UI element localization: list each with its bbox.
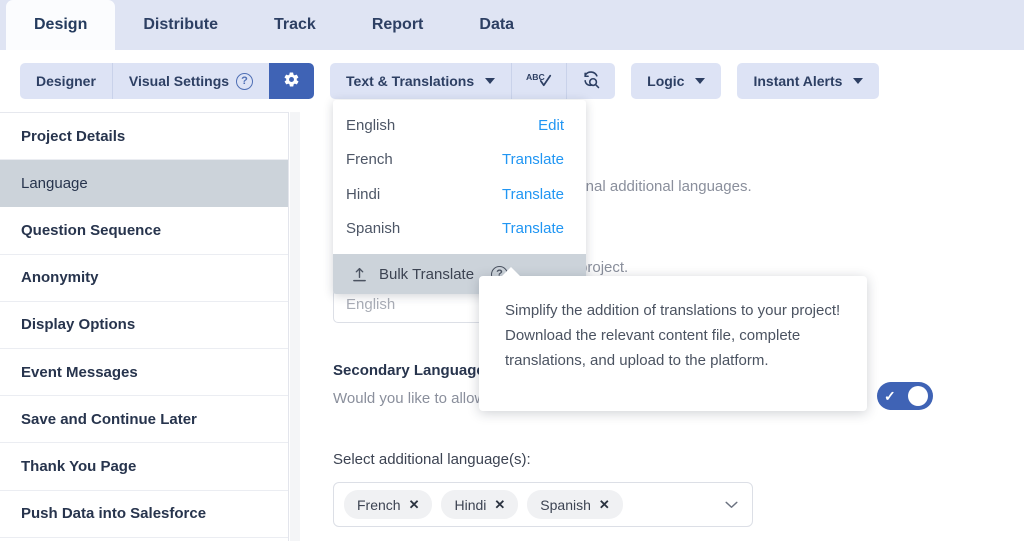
dropdown-action-link[interactable]: Translate bbox=[502, 186, 564, 203]
dropdown-row-english[interactable]: English Edit bbox=[333, 108, 586, 143]
text-translations-label: Text & Translations bbox=[346, 73, 475, 89]
bulk-translate-tooltip: Simplify the addition of translations to… bbox=[479, 267, 867, 411]
chevron-down-icon bbox=[695, 78, 706, 84]
tab-label: Distribute bbox=[143, 16, 219, 33]
sidebar-item-label: Push Data into Salesforce bbox=[21, 505, 207, 523]
settings-gear-button[interactable] bbox=[269, 63, 315, 99]
dropdown-top-padding bbox=[333, 100, 586, 108]
sidebar-item-label: Project Details bbox=[21, 127, 126, 145]
tab-track[interactable]: Track bbox=[246, 0, 344, 50]
chip-remove-icon[interactable]: ✕ bbox=[599, 498, 610, 511]
sidebar-item-label: Event Messages bbox=[21, 363, 138, 381]
chevron-down-icon bbox=[485, 78, 496, 84]
sidebar-item-display-options[interactable]: Display Options bbox=[0, 302, 288, 349]
sidebar-item-label: Save and Continue Later bbox=[21, 410, 197, 428]
sidebar-item-label: Question Sequence bbox=[21, 221, 162, 239]
language-chip-hindi[interactable]: Hindi ✕ bbox=[441, 490, 519, 519]
settings-sidebar: Project Details Language Question Sequen… bbox=[0, 112, 289, 541]
tab-label: Design bbox=[34, 16, 88, 33]
instant-alerts-button[interactable]: Instant Alerts bbox=[737, 63, 880, 99]
logic-button[interactable]: Logic bbox=[631, 63, 722, 99]
chip-remove-icon[interactable]: ✕ bbox=[409, 498, 420, 511]
tab-label: Report bbox=[371, 16, 424, 33]
designer-label: Designer bbox=[36, 73, 96, 89]
sidebar-item-label: Display Options bbox=[21, 316, 136, 334]
text-translations-dropdown: English Edit French Translate Hindi Tran… bbox=[333, 100, 586, 294]
gear-icon bbox=[283, 71, 300, 91]
sidebar-item-label: Language bbox=[21, 174, 88, 192]
help-icon[interactable]: ? bbox=[236, 72, 254, 90]
tooltip-text: Simplify the addition of translations to… bbox=[505, 302, 841, 369]
primary-tab-bar: Design Distribute Track Report Data bbox=[0, 0, 1024, 50]
dropdown-row-french[interactable]: French Translate bbox=[333, 143, 586, 178]
dropdown-language-label: Spanish bbox=[346, 220, 401, 238]
toolbar-group-logic: Logic bbox=[631, 63, 722, 99]
dropdown-action-link[interactable]: Translate bbox=[502, 220, 564, 237]
tab-design[interactable]: Design bbox=[6, 0, 116, 50]
spellcheck-button[interactable]: ABC bbox=[511, 63, 567, 99]
dropdown-action-link[interactable]: Edit bbox=[538, 117, 564, 134]
retranslate-sync-button[interactable] bbox=[566, 63, 616, 99]
dropdown-language-label: Hindi bbox=[346, 185, 381, 203]
language-chip-french[interactable]: French ✕ bbox=[344, 490, 433, 519]
upload-icon bbox=[352, 267, 367, 282]
sidebar-item-question-sequence[interactable]: Question Sequence bbox=[0, 207, 288, 255]
sidebar-item-label: Thank You Page bbox=[21, 457, 137, 475]
tab-label: Data bbox=[479, 16, 515, 33]
visual-settings-button[interactable]: Visual Settings ? bbox=[111, 63, 270, 99]
toolbar-group-alerts: Instant Alerts bbox=[737, 63, 880, 99]
chevron-down-icon[interactable] bbox=[725, 498, 738, 511]
toggle-knob bbox=[908, 386, 928, 406]
language-chip-spanish[interactable]: Spanish ✕ bbox=[527, 490, 623, 519]
additional-languages-multiselect[interactable]: French ✕ Hindi ✕ Spanish ✕ bbox=[333, 482, 753, 527]
app-root: Design Distribute Track Report Data Desi… bbox=[0, 0, 1024, 541]
tab-report[interactable]: Report bbox=[344, 0, 452, 50]
dropdown-language-label: French bbox=[346, 151, 393, 169]
sidebar-item-label: Anonymity bbox=[21, 269, 99, 287]
dropdown-row-hindi[interactable]: Hindi Translate bbox=[333, 177, 586, 212]
dropdown-action-link[interactable]: Translate bbox=[502, 151, 564, 168]
secondary-languages-heading: Secondary Languages bbox=[333, 362, 494, 379]
bulk-translate-label: Bulk Translate bbox=[379, 265, 475, 283]
sidebar-item-language[interactable]: Language bbox=[0, 160, 288, 208]
chip-remove-icon[interactable]: ✕ bbox=[494, 498, 505, 511]
sidebar-item-push-data-into-salesforce[interactable]: Push Data into Salesforce bbox=[0, 491, 288, 538]
help-glyph: ? bbox=[241, 74, 248, 87]
svg-text:ABC: ABC bbox=[526, 72, 546, 82]
spellcheck-icon: ABC bbox=[526, 70, 552, 93]
primary-language-placeholder: English bbox=[346, 295, 396, 313]
toolbar-group-translations: Text & Translations ABC bbox=[330, 63, 616, 99]
logic-label: Logic bbox=[647, 73, 685, 89]
text-translations-button[interactable]: Text & Translations bbox=[330, 63, 512, 99]
tab-distribute[interactable]: Distribute bbox=[115, 0, 246, 50]
select-additional-languages-label: Select additional language(s): bbox=[333, 451, 531, 468]
sidebar-item-save-and-continue-later[interactable]: Save and Continue Later bbox=[0, 396, 288, 444]
tab-label: Track bbox=[274, 16, 316, 33]
chip-label: Spanish bbox=[540, 496, 591, 513]
sidebar-item-project-details[interactable]: Project Details bbox=[0, 113, 288, 161]
tab-data[interactable]: Data bbox=[451, 0, 542, 50]
sidebar-item-event-messages[interactable]: Event Messages bbox=[0, 349, 288, 397]
designer-button[interactable]: Designer bbox=[20, 63, 112, 99]
check-icon: ✓ bbox=[884, 388, 896, 404]
sidebar-main-gutter bbox=[290, 112, 300, 541]
chip-label: Hindi bbox=[454, 496, 487, 513]
instant-alerts-label: Instant Alerts bbox=[753, 73, 843, 89]
dropdown-language-label: English bbox=[346, 116, 396, 134]
dropdown-bottom-padding bbox=[333, 246, 586, 254]
visual-settings-label: Visual Settings bbox=[128, 73, 230, 89]
toolbar-group-designer: Designer Visual Settings ? bbox=[20, 63, 315, 99]
sidebar-item-thank-you-page[interactable]: Thank You Page bbox=[0, 443, 288, 491]
chip-label: French bbox=[357, 496, 401, 513]
sidebar-item-anonymity[interactable]: Anonymity bbox=[0, 255, 288, 302]
dropdown-row-spanish[interactable]: Spanish Translate bbox=[333, 212, 586, 247]
chevron-down-icon bbox=[853, 78, 864, 84]
sync-search-icon bbox=[581, 70, 601, 93]
secondary-languages-toggle[interactable]: ✓ bbox=[877, 382, 933, 410]
tooltip-arrow bbox=[501, 267, 521, 277]
